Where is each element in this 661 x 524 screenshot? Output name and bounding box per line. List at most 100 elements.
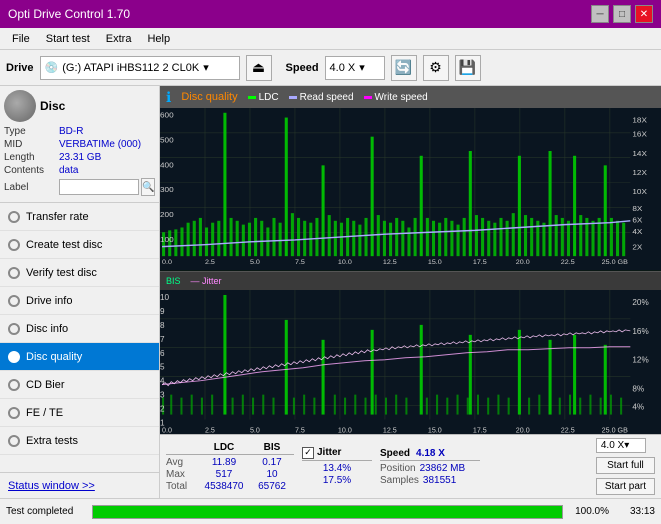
position-label: Position	[380, 463, 416, 474]
sidebar-item-drive-info[interactable]: Drive info	[0, 287, 159, 315]
svg-text:4%: 4%	[632, 402, 644, 411]
total-bis: 65762	[250, 481, 294, 492]
svg-text:16X: 16X	[632, 130, 647, 139]
svg-text:10.0: 10.0	[338, 259, 352, 266]
menu-file[interactable]: File	[4, 31, 38, 47]
svg-text:7: 7	[160, 334, 165, 343]
svg-text:4X: 4X	[632, 227, 643, 236]
progress-percent: 100.0%	[569, 506, 609, 517]
svg-text:16%: 16%	[632, 326, 648, 335]
svg-text:25.0 GB: 25.0 GB	[602, 259, 629, 266]
svg-text:12%: 12%	[632, 355, 648, 364]
eject-button[interactable]: ⏏	[246, 55, 272, 81]
menu-help[interactable]: Help	[139, 31, 178, 47]
close-button[interactable]: ✕	[635, 5, 653, 23]
svg-text:10: 10	[160, 293, 170, 302]
disc-title: Disc	[40, 99, 65, 113]
bis-label: BIS	[166, 276, 181, 286]
menu-start-test[interactable]: Start test	[38, 31, 98, 47]
avg-label: Avg	[166, 457, 198, 468]
progress-bar-container	[92, 505, 563, 519]
drive-selector[interactable]: 💿 (G:) ATAPI iHBS112 2 CL0K ▾	[40, 56, 240, 80]
nav-label-disc-info: Disc info	[26, 323, 68, 335]
charts-area: 18X 16X 14X 12X 10X 8X 6X 4X 2X 600 500 …	[160, 108, 661, 434]
nav-label-disc-quality: Disc quality	[26, 351, 82, 363]
svg-text:22.5: 22.5	[561, 259, 575, 266]
fe-te-icon	[8, 407, 20, 419]
legend-write-speed: Write speed	[364, 92, 428, 103]
sidebar-item-fe-te[interactable]: FE / TE	[0, 399, 159, 427]
legend-ldc-label: LDC	[259, 92, 279, 103]
disc-quality-icon	[8, 351, 20, 363]
disc-icon	[4, 90, 36, 122]
refresh-button[interactable]: 🔄	[391, 55, 417, 81]
contents-value: data	[59, 165, 78, 176]
sidebar-item-transfer-rate[interactable]: Transfer rate	[0, 203, 159, 231]
progress-time: 33:13	[615, 506, 655, 517]
start-full-button[interactable]: Start full	[596, 457, 655, 474]
svg-text:5: 5	[160, 362, 165, 371]
svg-text:6: 6	[160, 348, 165, 357]
position-value: 23862 MB	[420, 463, 466, 474]
speed-dropdown[interactable]: 4.0 X ▾	[596, 438, 646, 453]
svg-text:8X: 8X	[632, 204, 643, 213]
settings-button[interactable]: ⚙	[423, 55, 449, 81]
svg-text:20%: 20%	[632, 298, 648, 307]
jitter-max: 17.5%	[302, 475, 372, 486]
upper-chart: 18X 16X 14X 12X 10X 8X 6X 4X 2X 600 500 …	[160, 108, 661, 272]
status-window-label: Status window >>	[8, 480, 95, 492]
nav-label-drive-info: Drive info	[26, 295, 72, 307]
save-button[interactable]: 💾	[455, 55, 481, 81]
legend-read-speed-label: Read speed	[300, 92, 354, 103]
svg-text:10X: 10X	[632, 187, 647, 196]
type-label: Type	[4, 126, 59, 137]
svg-text:400: 400	[160, 161, 174, 170]
nav-label-transfer-rate: Transfer rate	[26, 211, 89, 223]
right-content: ℹ Disc quality LDC Read speed Write spee…	[160, 86, 661, 498]
max-ldc: 517	[202, 469, 246, 480]
sidebar-item-disc-info[interactable]: Disc info	[0, 315, 159, 343]
avg-ldc: 11.89	[202, 457, 246, 468]
label-input[interactable]	[59, 179, 139, 195]
svg-text:5.0: 5.0	[250, 427, 260, 434]
cd-bier-icon	[8, 379, 20, 391]
window-controls: ─ □ ✕	[591, 5, 653, 23]
transfer-rate-icon	[8, 211, 20, 223]
svg-text:600: 600	[160, 111, 174, 120]
create-test-disc-icon	[8, 239, 20, 251]
jitter-legend-label: — Jitter	[191, 276, 222, 286]
svg-text:200: 200	[160, 210, 174, 219]
svg-text:500: 500	[160, 136, 174, 145]
status-window-link[interactable]: Status window >>	[0, 472, 159, 498]
svg-text:15.0: 15.0	[428, 427, 442, 434]
toolbar: Drive 💿 (G:) ATAPI iHBS112 2 CL0K ▾ ⏏ Sp…	[0, 50, 661, 86]
body-area: Disc Type BD-R MID VERBATIMe (000) Lengt…	[0, 86, 661, 498]
jitter-checkbox[interactable]: ✓	[302, 447, 314, 459]
total-ldc: 4538470	[202, 481, 246, 492]
svg-text:14X: 14X	[632, 149, 647, 158]
legend-write-speed-label: Write speed	[375, 92, 428, 103]
sidebar-item-verify-test-disc[interactable]: Verify test disc	[0, 259, 159, 287]
svg-text:12X: 12X	[632, 168, 647, 177]
sidebar-item-disc-quality[interactable]: Disc quality	[0, 343, 159, 371]
disc-section: Disc Type BD-R MID VERBATIMe (000) Lengt…	[0, 86, 159, 203]
read-speed-color	[289, 96, 297, 99]
menu-extra[interactable]: Extra	[98, 31, 140, 47]
minimize-button[interactable]: ─	[591, 5, 609, 23]
length-value: 23.31 GB	[59, 152, 101, 163]
sidebar-item-extra-tests[interactable]: Extra tests	[0, 427, 159, 455]
sidebar-item-cd-bier[interactable]: CD Bier	[0, 371, 159, 399]
jitter-label: Jitter	[317, 447, 341, 458]
speed-selector[interactable]: 4.0 X ▾	[325, 56, 385, 80]
max-bis: 10	[250, 469, 294, 480]
nav-label-create-test-disc: Create test disc	[26, 239, 102, 251]
start-part-button[interactable]: Start part	[596, 478, 655, 495]
speed-label: Speed	[286, 62, 319, 74]
label-search-button[interactable]: 🔍	[141, 178, 155, 196]
disc-quality-header: ℹ Disc quality LDC Read speed Write spee…	[160, 86, 661, 108]
maximize-button[interactable]: □	[613, 5, 631, 23]
progress-status: Test completed	[6, 506, 86, 517]
jitter-stats: ✓ Jitter 13.4% 17.5%	[302, 447, 372, 487]
sidebar-item-create-test-disc[interactable]: Create test disc	[0, 231, 159, 259]
app-title: Opti Drive Control 1.70	[8, 7, 130, 21]
